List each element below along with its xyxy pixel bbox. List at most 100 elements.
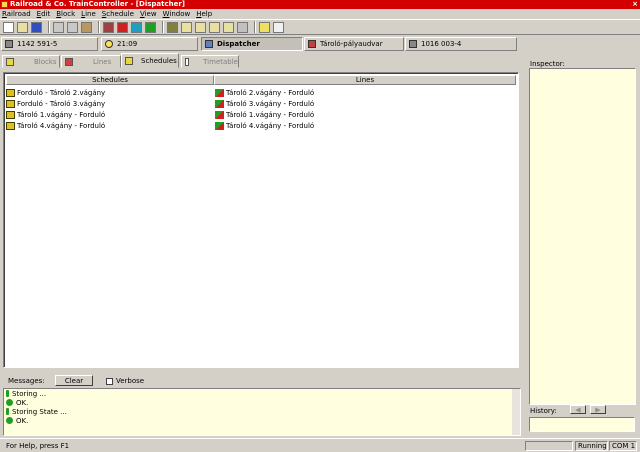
status-bar: For Help, press F1 Running COM 1 bbox=[0, 438, 640, 452]
table-row[interactable]: Tároló 4.vágány - Forduló bbox=[215, 121, 314, 131]
hand-icon[interactable] bbox=[117, 21, 128, 33]
app-icon bbox=[1, 1, 8, 8]
dispatcher-label: Dispatcher bbox=[217, 40, 260, 48]
messages-scrollbar[interactable] bbox=[512, 389, 520, 435]
table-row[interactable]: Tároló 2.vágány - Forduló bbox=[215, 88, 314, 98]
info-icon bbox=[6, 408, 9, 415]
tab-timetable[interactable]: Timetable bbox=[181, 55, 239, 68]
clock-box[interactable]: 21:09 bbox=[101, 37, 198, 51]
menu-schedule[interactable]: Schedule bbox=[102, 10, 134, 18]
block-icon[interactable] bbox=[181, 21, 192, 33]
help-hint: For Help, press F1 bbox=[6, 442, 70, 450]
gear-icon[interactable] bbox=[131, 21, 142, 33]
dispatcher-icon bbox=[205, 40, 213, 48]
schedule-icon bbox=[6, 100, 15, 108]
help-icon[interactable] bbox=[259, 21, 270, 33]
cut-icon[interactable] bbox=[53, 21, 64, 33]
tool-icon[interactable] bbox=[103, 21, 114, 33]
tab-lines[interactable]: Lines bbox=[61, 55, 121, 68]
verbose-checkbox[interactable]: Verbose bbox=[106, 377, 144, 385]
table-row[interactable]: Tároló 1.vágány - Forduló bbox=[215, 110, 314, 120]
line-icon bbox=[215, 111, 224, 119]
table-row[interactable]: Forduló - Tároló 3.vágány bbox=[6, 99, 105, 109]
schedule-icon bbox=[6, 89, 15, 97]
line-cell: Tároló 2.vágány - Forduló bbox=[226, 89, 315, 97]
tab-blocks[interactable]: Blocks bbox=[2, 55, 60, 68]
paste-icon[interactable] bbox=[81, 21, 92, 33]
toolbar-separator bbox=[98, 21, 100, 33]
menu-window[interactable]: Window bbox=[163, 10, 191, 18]
messages-toolbar: Messages: Clear Verbose bbox=[0, 374, 521, 387]
timetable-icon[interactable] bbox=[209, 21, 220, 33]
schedule-icon bbox=[6, 122, 15, 130]
signal-icon[interactable] bbox=[167, 21, 178, 33]
messages-label: Messages: bbox=[8, 376, 45, 385]
clear-button[interactable]: Clear bbox=[55, 375, 93, 386]
column-header-schedules[interactable]: Schedules bbox=[6, 75, 214, 85]
toolbar-separator bbox=[48, 21, 50, 33]
menu-railroad[interactable]: Railroad bbox=[2, 10, 31, 18]
menu-block[interactable]: Block bbox=[56, 10, 75, 18]
line-icon bbox=[215, 122, 224, 130]
open-icon[interactable] bbox=[17, 21, 28, 33]
line-icon bbox=[215, 100, 224, 108]
table-row[interactable]: Tároló 3.vágány - Forduló bbox=[215, 99, 314, 109]
verbose-check-box[interactable] bbox=[106, 377, 113, 385]
object-bar: 1142 591-5 21:09 Dispatcher Tároló-pálya… bbox=[0, 36, 640, 52]
window-close-icon[interactable]: × bbox=[632, 0, 638, 9]
message-line: Storing State ... bbox=[4, 407, 520, 416]
new-icon[interactable] bbox=[3, 21, 14, 33]
menu-line[interactable]: Line bbox=[81, 10, 96, 18]
table-row[interactable]: Forduló - Tároló 2.vágány bbox=[6, 88, 105, 98]
station-label: Tároló-pályaudvar bbox=[320, 40, 383, 48]
dispatcher-box[interactable]: Dispatcher bbox=[201, 37, 303, 51]
tab-schedules[interactable]: Schedules bbox=[121, 53, 179, 68]
flag-icon[interactable] bbox=[237, 21, 248, 33]
schedule-icon[interactable] bbox=[195, 21, 206, 33]
inspector-area[interactable] bbox=[529, 68, 636, 405]
toolbar-separator bbox=[162, 21, 164, 33]
verbose-label: Verbose bbox=[116, 377, 145, 385]
lines-icon bbox=[65, 57, 73, 66]
schedules-icon bbox=[125, 56, 133, 65]
line-icon bbox=[215, 89, 224, 97]
menu-help[interactable]: Help bbox=[196, 10, 212, 18]
route-icon[interactable] bbox=[223, 21, 234, 33]
station-box[interactable]: Tároló-pályaudvar bbox=[304, 37, 404, 51]
message-line: OK. bbox=[4, 398, 520, 407]
ok-icon bbox=[6, 417, 13, 424]
schedules-table: Schedules Lines Forduló - Tároló 2.vágán… bbox=[3, 72, 519, 368]
timetable-icon bbox=[185, 57, 190, 66]
inspector-panel: Inspector: History: ◀ ▶ bbox=[527, 58, 640, 438]
locomotive-icon bbox=[5, 40, 13, 48]
info-icon bbox=[6, 390, 9, 397]
history-label: History: bbox=[530, 407, 557, 415]
running-status: Running bbox=[575, 441, 608, 451]
status-pane-empty bbox=[525, 441, 573, 451]
loco-box-1[interactable]: 1142 591-5 bbox=[1, 37, 98, 51]
table-row[interactable]: Tároló 1.vágány - Forduló bbox=[6, 110, 105, 120]
menu-edit[interactable]: Edit bbox=[37, 10, 51, 18]
history-forward-button[interactable]: ▶ bbox=[590, 405, 606, 414]
save-icon[interactable] bbox=[31, 21, 42, 33]
message-line: OK. bbox=[4, 416, 520, 425]
schedule-icon bbox=[6, 111, 15, 119]
copy-icon[interactable] bbox=[67, 21, 78, 33]
tab-lines-label: Lines bbox=[93, 57, 112, 66]
arrow-up-icon[interactable] bbox=[145, 21, 156, 33]
context-help-icon[interactable] bbox=[273, 21, 284, 33]
loco-box-2[interactable]: 1016 003-4 bbox=[405, 37, 517, 51]
menu-view[interactable]: View bbox=[140, 10, 157, 18]
line-cell: Tároló 4.vágány - Forduló bbox=[226, 122, 315, 130]
column-header-lines[interactable]: Lines bbox=[214, 75, 516, 85]
schedule-cell: Tároló 4.vágány - Forduló bbox=[17, 122, 106, 130]
schedule-cell: Forduló - Tároló 3.vágány bbox=[17, 100, 106, 108]
history-back-button[interactable]: ◀ bbox=[570, 405, 586, 414]
history-list[interactable] bbox=[529, 417, 635, 432]
menu-bar: Railroad Edit Block Line Schedule View W… bbox=[0, 9, 640, 19]
com-port-status: COM 1 bbox=[609, 441, 637, 451]
table-row[interactable]: Tároló 4.vágány - Forduló bbox=[6, 121, 105, 131]
message-text: OK. bbox=[16, 398, 29, 407]
line-cell: Tároló 1.vágány - Forduló bbox=[226, 111, 315, 119]
messages-pane: Storing ... OK. Storing State ... OK. bbox=[3, 388, 521, 436]
